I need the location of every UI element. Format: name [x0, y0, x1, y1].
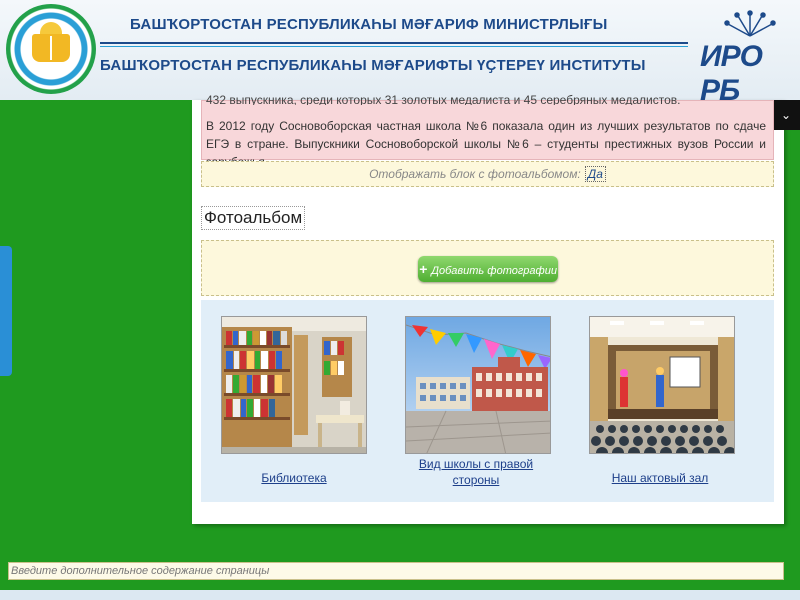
- album-visibility-row: Отображать блок с фотоальбомом: Да: [201, 161, 774, 187]
- add-photos-label: Добавить фотографии: [431, 265, 557, 277]
- site-header: БАШҠОРТОСТАН РЕСПУБЛИКАҺЫ МӘҒАРИФ МИНИСТ…: [0, 0, 800, 107]
- book-icon: [32, 34, 70, 62]
- iro-logo: ИРО РБ: [700, 6, 792, 107]
- text-block-partial-line: 432 выпускника, среди которых 31 золотых…: [206, 93, 681, 105]
- album-visibility-label: Отображать блок с фотоальбомом:: [369, 167, 581, 181]
- photo-library[interactable]: [221, 316, 367, 454]
- photo-gallery: Библиотека Вид школы с правой стороны На…: [201, 300, 774, 502]
- photo-school-caption[interactable]: Вид школы с правой стороны: [401, 456, 551, 488]
- header-ministry-title: БАШҠОРТОСТАН РЕСПУБЛИКАҺЫ МӘҒАРИФ МИНИСТ…: [130, 16, 608, 33]
- school-image: [406, 317, 550, 453]
- hall-image: [590, 317, 734, 453]
- photo-library-caption[interactable]: Библиотека: [219, 470, 369, 486]
- photo-school-building[interactable]: [405, 316, 551, 454]
- rays-icon: [724, 10, 776, 37]
- plus-icon: +: [419, 261, 428, 277]
- photo-assembly-hall[interactable]: [589, 316, 735, 454]
- album-title[interactable]: Фотоальбом: [201, 206, 306, 230]
- ministry-logo: [6, 4, 96, 94]
- additional-content-placeholder: Введите дополнительное содержание страни…: [11, 565, 270, 577]
- chevron-down-icon: ⌄: [780, 108, 792, 122]
- bottom-strip: [0, 590, 800, 600]
- photo-hall-caption[interactable]: Наш актовый зал: [585, 470, 735, 486]
- library-image: [222, 317, 366, 453]
- side-panel-tab[interactable]: [0, 246, 12, 376]
- additional-content-input[interactable]: Введите дополнительное содержание страни…: [8, 562, 784, 580]
- text-block[interactable]: 432 выпускника, среди которых 31 золотых…: [201, 93, 774, 169]
- add-photos-row: + Добавить фотографии: [201, 240, 774, 296]
- header-divider: [100, 42, 688, 44]
- header-institute-title: БАШҠОРТОСТАН РЕСПУБЛИКАҺЫ МӘҒАРИФТЫ ҮҪТЕ…: [100, 57, 646, 74]
- add-photos-button[interactable]: + Добавить фотографии: [418, 256, 558, 282]
- album-visibility-value[interactable]: Да: [584, 166, 606, 182]
- header-divider-thin: [100, 46, 688, 47]
